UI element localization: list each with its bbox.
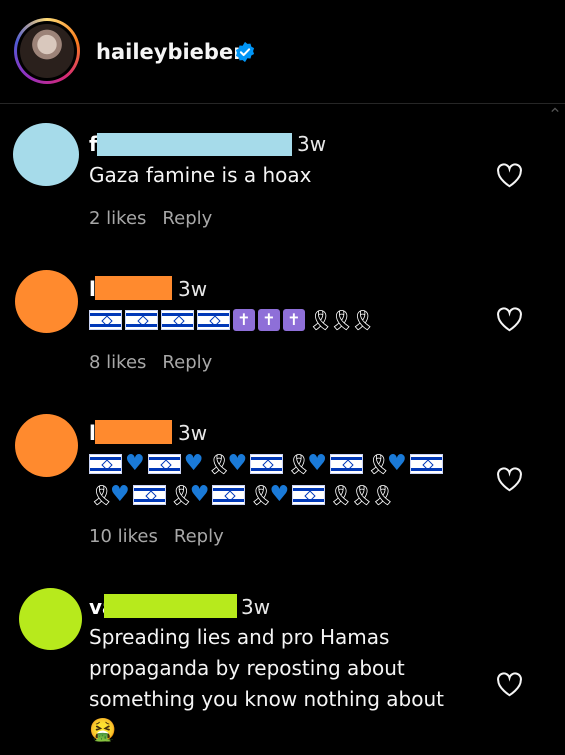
israel-flag-emoji (409, 454, 443, 474)
ribbon-emoji: 🎗 (168, 483, 195, 507)
likes-count[interactable]: 10 likes (89, 526, 158, 547)
comment-text: Gaza famine is a hoax (89, 163, 312, 187)
israel-flag-emoji (292, 485, 326, 505)
heart-outline-icon[interactable] (496, 672, 523, 697)
commenter-name-row: f 3w (89, 131, 349, 157)
ribbon-emoji: 🎗 (89, 483, 115, 507)
comment-emoji-text: ✝ ✝ ✝ 🎗 🎗 🎗 (89, 308, 376, 332)
commenter-avatar[interactable] (19, 588, 82, 650)
latin-cross-emoji: ✝ (258, 309, 280, 331)
latin-cross-emoji: ✝ (233, 309, 255, 331)
blue-heart-emoji: ♥ (110, 482, 130, 507)
blue-heart-emoji: ♥ (386, 451, 407, 476)
comment-time: 3w (178, 277, 208, 301)
blue-heart-emoji: ♥ (227, 451, 248, 476)
ribbon-emoji: 🎗 (370, 483, 396, 507)
ribbon-emoji: 🎗 (308, 308, 334, 332)
comment-text-line: something you know nothing about (89, 687, 444, 711)
israel-flag-emoji (197, 310, 230, 330)
commenter-avatar[interactable] (15, 270, 78, 333)
profile-username[interactable]: haileybieber (96, 40, 244, 64)
heart-outline-icon[interactable] (496, 467, 523, 492)
heart-outline-icon[interactable] (496, 307, 523, 332)
comment-meta: 2 likes Reply (89, 208, 228, 229)
commenter-name-row: l 3w (89, 420, 229, 446)
latin-cross-emoji: ✝ (283, 309, 305, 331)
ribbon-emoji: 🎗 (248, 483, 274, 507)
comment-emoji-text-line2: 🎗 ♥ 🎗 ♥ 🎗 ♥ 🎗 🎗 🎗 (89, 482, 396, 507)
scroll-up-icon[interactable] (551, 106, 559, 114)
avatar-photo (20, 24, 74, 78)
commenter-avatar[interactable] (15, 414, 78, 477)
israel-flag-emoji (125, 310, 158, 330)
comment-text-line: Spreading lies and pro Hamas (89, 625, 390, 649)
blue-heart-emoji: ♥ (125, 451, 145, 476)
israel-flag-emoji (250, 454, 284, 474)
comment-time: 3w (297, 132, 327, 156)
heart-outline-icon[interactable] (496, 163, 523, 188)
israel-flag-emoji (89, 310, 122, 330)
comment-emoji-text-line1: ♥ ♥ 🎗 ♥ 🎗 ♥ 🎗 ♥ (89, 452, 443, 476)
redacted-username (95, 420, 172, 444)
reply-button[interactable]: Reply (174, 526, 224, 547)
likes-count[interactable]: 8 likes (89, 352, 146, 373)
israel-flag-emoji (147, 454, 181, 474)
ribbon-emoji: 🎗 (286, 452, 312, 476)
israel-flag-emoji (329, 454, 363, 474)
comment-meta: 8 likes Reply (89, 352, 228, 373)
ribbon-emoji: 🎗 (328, 483, 354, 507)
ribbon-emoji: 🎗 (329, 308, 355, 332)
comment-text: Spreading lies and pro Hamas propaganda … (89, 622, 444, 746)
blue-heart-emoji: ♥ (189, 482, 210, 507)
commenter-name-row: l 3w (89, 276, 229, 302)
verified-badge-icon (235, 41, 255, 63)
redacted-username (97, 133, 292, 156)
comment-time: 3w (241, 595, 271, 619)
blue-heart-emoji: ♥ (269, 482, 290, 507)
profile-header: haileybieber (0, 0, 565, 113)
reply-button[interactable]: Reply (162, 208, 212, 229)
commenter-avatar[interactable] (13, 123, 79, 186)
blue-heart-emoji: ♥ (307, 451, 327, 476)
israel-flag-emoji (161, 310, 194, 330)
vomiting-face-emoji: 🤮 (89, 718, 117, 743)
reply-button[interactable]: Reply (162, 352, 212, 373)
redacted-username (104, 594, 237, 618)
redacted-username (95, 276, 172, 300)
blue-heart-emoji: ♥ (183, 451, 204, 476)
comment-time: 3w (178, 421, 208, 445)
ribbon-emoji: 🎗 (365, 452, 392, 476)
comment-text-line: propaganda by reposting about (89, 656, 405, 680)
commenter-name-row: va 3w (89, 594, 289, 620)
israel-flag-emoji (212, 485, 246, 505)
israel-flag-emoji (132, 485, 166, 505)
ribbon-emoji: 🎗 (206, 452, 232, 476)
israel-flag-emoji (89, 454, 122, 474)
ribbon-emoji: 🎗 (350, 308, 376, 332)
ribbon-emoji: 🎗 (349, 483, 375, 507)
likes-count[interactable]: 2 likes (89, 208, 146, 229)
comment-meta: 10 likes Reply (89, 526, 240, 547)
story-avatar[interactable] (14, 18, 80, 84)
